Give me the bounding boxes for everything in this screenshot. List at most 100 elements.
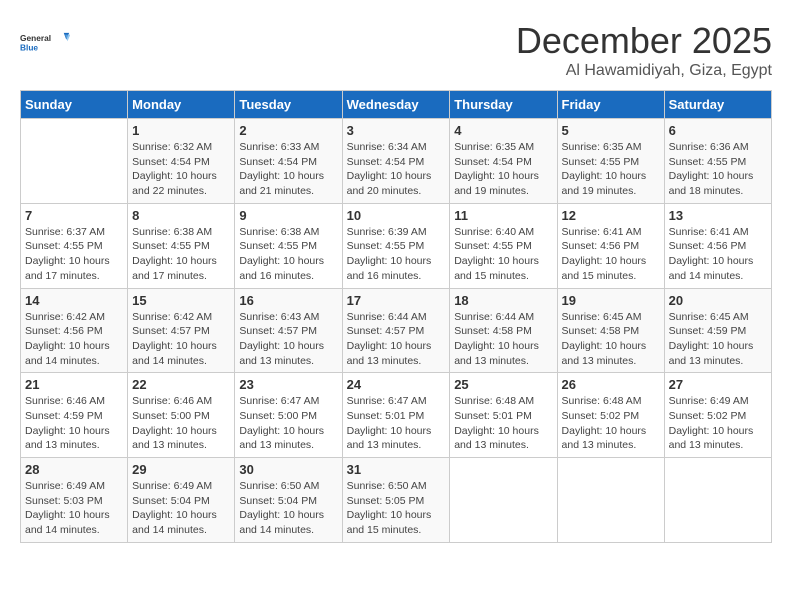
calendar-week-row: 1 Sunrise: 6:32 AMSunset: 4:54 PMDaylight… [21, 119, 772, 204]
day-info: Sunrise: 6:50 AMSunset: 5:04 PMDaylight:… [239, 479, 337, 538]
calendar-cell: 31 Sunrise: 6:50 AMSunset: 5:05 PMDayligh… [342, 458, 450, 543]
day-info: Sunrise: 6:35 AMSunset: 4:54 PMDaylight:… [454, 140, 552, 199]
weekday-header: Tuesday [235, 91, 342, 119]
day-info: Sunrise: 6:38 AMSunset: 4:55 PMDaylight:… [239, 225, 337, 284]
day-number: 12 [562, 208, 660, 223]
calendar-week-row: 7Sunrise: 6:37 AMSunset: 4:55 PMDaylight… [21, 203, 772, 288]
calendar-week-row: 14 Sunrise: 6:42 AMSunset: 4:56 PMDayligh… [21, 288, 772, 373]
calendar-cell: 18Sunrise: 6:44 AMSunset: 4:58 PMDayligh… [450, 288, 557, 373]
weekday-header: Sunday [21, 91, 128, 119]
day-info: Sunrise: 6:42 AMSunset: 4:56 PMDaylight:… [25, 310, 123, 369]
calendar-cell: 27 Sunrise: 6:49 AMSunset: 5:02 PMDayligh… [664, 373, 771, 458]
day-info: Sunrise: 6:49 AMSunset: 5:04 PMDaylight:… [132, 479, 230, 538]
calendar-cell: 7Sunrise: 6:37 AMSunset: 4:55 PMDaylight… [21, 203, 128, 288]
calendar-cell: 3Sunrise: 6:34 AMSunset: 4:54 PMDaylight… [342, 119, 450, 204]
month-title: December 2025 [516, 20, 772, 62]
calendar-cell: 16 Sunrise: 6:43 AMSunset: 4:57 PMDayligh… [235, 288, 342, 373]
day-number: 8 [132, 208, 230, 223]
day-number: 1 [132, 123, 230, 138]
day-number: 11 [454, 208, 552, 223]
calendar-cell: 22Sunrise: 6:46 AMSunset: 5:00 PMDayligh… [128, 373, 235, 458]
logo: General Blue [20, 20, 70, 65]
calendar-cell: 2 Sunrise: 6:33 AMSunset: 4:54 PMDaylight… [235, 119, 342, 204]
day-info: Sunrise: 6:41 AMSunset: 4:56 PMDaylight:… [562, 225, 660, 284]
day-info: Sunrise: 6:41 AMSunset: 4:56 PMDaylight:… [669, 225, 767, 284]
calendar-cell [664, 458, 771, 543]
page-header: General Blue December 2025 Al Hawamidiya… [20, 20, 772, 80]
day-info: Sunrise: 6:36 AMSunset: 4:55 PMDaylight:… [669, 140, 767, 199]
day-info: Sunrise: 6:46 AMSunset: 5:00 PMDaylight:… [132, 394, 230, 453]
calendar-cell: 15Sunrise: 6:42 AMSunset: 4:57 PMDayligh… [128, 288, 235, 373]
day-number: 21 [25, 377, 123, 392]
day-info: Sunrise: 6:33 AMSunset: 4:54 PMDaylight:… [239, 140, 337, 199]
day-info: Sunrise: 6:48 AMSunset: 5:01 PMDaylight:… [454, 394, 552, 453]
calendar-cell: 26Sunrise: 6:48 AMSunset: 5:02 PMDayligh… [557, 373, 664, 458]
day-info: Sunrise: 6:47 AMSunset: 5:01 PMDaylight:… [347, 394, 446, 453]
day-number: 5 [562, 123, 660, 138]
weekday-header-row: SundayMondayTuesdayWednesdayThursdayFrid… [21, 91, 772, 119]
day-number: 20 [669, 293, 767, 308]
calendar-cell: 17Sunrise: 6:44 AMSunset: 4:57 PMDayligh… [342, 288, 450, 373]
day-number: 4 [454, 123, 552, 138]
day-number: 6 [669, 123, 767, 138]
calendar-cell [557, 458, 664, 543]
day-info: Sunrise: 6:49 AMSunset: 5:02 PMDaylight:… [669, 394, 767, 453]
weekday-header: Friday [557, 91, 664, 119]
day-info: Sunrise: 6:43 AMSunset: 4:57 PMDaylight:… [239, 310, 337, 369]
calendar-week-row: 28Sunrise: 6:49 AMSunset: 5:03 PMDayligh… [21, 458, 772, 543]
calendar-cell: 12 Sunrise: 6:41 AMSunset: 4:56 PMDayligh… [557, 203, 664, 288]
calendar-cell: 5 Sunrise: 6:35 AMSunset: 4:55 PMDaylight… [557, 119, 664, 204]
day-number: 9 [239, 208, 337, 223]
day-info: Sunrise: 6:50 AMSunset: 5:05 PMDaylight:… [347, 479, 446, 538]
calendar-cell: 1 Sunrise: 6:32 AMSunset: 4:54 PMDaylight… [128, 119, 235, 204]
day-info: Sunrise: 6:45 AMSunset: 4:58 PMDaylight:… [562, 310, 660, 369]
calendar-cell: 13 Sunrise: 6:41 AMSunset: 4:56 PMDayligh… [664, 203, 771, 288]
day-info: Sunrise: 6:38 AMSunset: 4:55 PMDaylight:… [132, 225, 230, 284]
day-info: Sunrise: 6:32 AMSunset: 4:54 PMDaylight:… [132, 140, 230, 199]
day-number: 27 [669, 377, 767, 392]
day-info: Sunrise: 6:39 AMSunset: 4:55 PMDaylight:… [347, 225, 446, 284]
calendar-cell: 19Sunrise: 6:45 AMSunset: 4:58 PMDayligh… [557, 288, 664, 373]
calendar-cell: 23Sunrise: 6:47 AMSunset: 5:00 PMDayligh… [235, 373, 342, 458]
calendar-cell: 28Sunrise: 6:49 AMSunset: 5:03 PMDayligh… [21, 458, 128, 543]
calendar-cell: 10Sunrise: 6:39 AMSunset: 4:55 PMDayligh… [342, 203, 450, 288]
day-number: 29 [132, 462, 230, 477]
calendar-cell: 9 Sunrise: 6:38 AMSunset: 4:55 PMDaylight… [235, 203, 342, 288]
logo-svg: General Blue [20, 20, 70, 65]
day-number: 18 [454, 293, 552, 308]
calendar-cell: 21 Sunrise: 6:46 AMSunset: 4:59 PMDayligh… [21, 373, 128, 458]
day-number: 7 [25, 208, 123, 223]
calendar-cell: 29 Sunrise: 6:49 AMSunset: 5:04 PMDayligh… [128, 458, 235, 543]
calendar-cell: 24Sunrise: 6:47 AMSunset: 5:01 PMDayligh… [342, 373, 450, 458]
day-number: 2 [239, 123, 337, 138]
title-block: December 2025 Al Hawamidiyah, Giza, Egyp… [516, 20, 772, 80]
day-info: Sunrise: 6:45 AMSunset: 4:59 PMDaylight:… [669, 310, 767, 369]
day-info: Sunrise: 6:35 AMSunset: 4:55 PMDaylight:… [562, 140, 660, 199]
day-number: 13 [669, 208, 767, 223]
day-number: 26 [562, 377, 660, 392]
day-number: 30 [239, 462, 337, 477]
day-number: 31 [347, 462, 446, 477]
weekday-header: Wednesday [342, 91, 450, 119]
calendar-cell: 11Sunrise: 6:40 AMSunset: 4:55 PMDayligh… [450, 203, 557, 288]
day-number: 16 [239, 293, 337, 308]
calendar-cell: 8 Sunrise: 6:38 AMSunset: 4:55 PMDaylight… [128, 203, 235, 288]
day-info: Sunrise: 6:49 AMSunset: 5:03 PMDaylight:… [25, 479, 123, 538]
weekday-header: Saturday [664, 91, 771, 119]
day-info: Sunrise: 6:44 AMSunset: 4:57 PMDaylight:… [347, 310, 446, 369]
calendar-cell: 4 Sunrise: 6:35 AMSunset: 4:54 PMDaylight… [450, 119, 557, 204]
calendar-cell [21, 119, 128, 204]
calendar-cell: 14 Sunrise: 6:42 AMSunset: 4:56 PMDayligh… [21, 288, 128, 373]
day-number: 15 [132, 293, 230, 308]
day-number: 25 [454, 377, 552, 392]
svg-text:Blue: Blue [20, 42, 38, 52]
svg-text:General: General [20, 33, 51, 43]
calendar-cell [450, 458, 557, 543]
day-info: Sunrise: 6:46 AMSunset: 4:59 PMDaylight:… [25, 394, 123, 453]
calendar-cell: 25 Sunrise: 6:48 AMSunset: 5:01 PMDayligh… [450, 373, 557, 458]
day-info: Sunrise: 6:47 AMSunset: 5:00 PMDaylight:… [239, 394, 337, 453]
calendar: SundayMondayTuesdayWednesdayThursdayFrid… [20, 90, 772, 543]
calendar-cell: 30 Sunrise: 6:50 AMSunset: 5:04 PMDayligh… [235, 458, 342, 543]
location: Al Hawamidiyah, Giza, Egypt [516, 62, 772, 80]
day-number: 14 [25, 293, 123, 308]
